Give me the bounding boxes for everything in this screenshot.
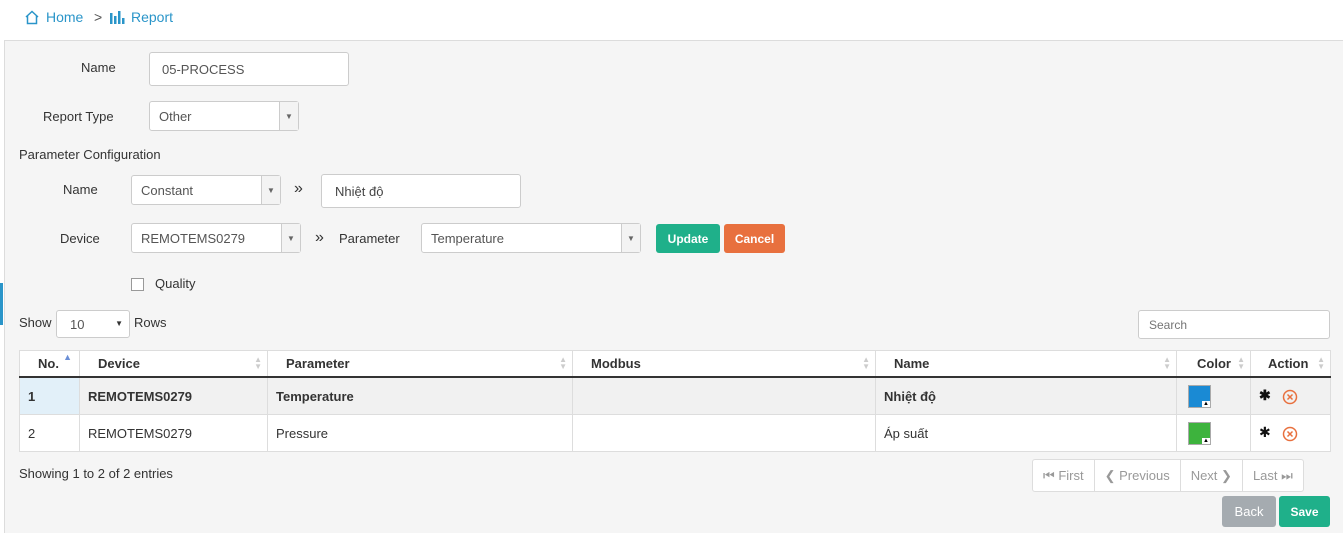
parameter-label: Parameter: [339, 231, 400, 246]
sort-icon: ▲ ▼: [559, 355, 567, 371]
param-name-type-select[interactable]: Constant ▼: [131, 175, 281, 205]
cell-parameter: Pressure: [267, 414, 573, 452]
sort-asc-icon: ▲: [63, 352, 72, 362]
search-input[interactable]: [1138, 310, 1330, 339]
breadcrumb-home-label: Home: [46, 9, 84, 25]
chevron-down-icon: ▼: [281, 224, 300, 252]
table-row[interactable]: 1 REMOTEMS0279 Temperature Nhiệt độ ▲ ✱: [19, 376, 1331, 415]
column-header-action[interactable]: Action ▲ ▼: [1250, 350, 1331, 378]
sort-icon: ▲ ▼: [1163, 355, 1171, 371]
parameter-configuration-title: Parameter Configuration: [19, 147, 161, 162]
sort-icon: ▲ ▼: [1317, 355, 1325, 371]
quality-checkbox[interactable]: [131, 278, 144, 291]
pagination-last[interactable]: Last ⏭: [1243, 460, 1303, 491]
device-label: Device: [60, 231, 100, 246]
parameter-select[interactable]: Temperature ▼: [421, 223, 641, 253]
rows-per-page-value: 10: [70, 316, 85, 332]
home-icon: [25, 9, 39, 24]
color-picker[interactable]: ▲: [1188, 421, 1211, 445]
delete-circle-x-icon[interactable]: [1282, 389, 1298, 405]
parameters-table: No. ▲ Device ▲ ▼ Parameter ▲ ▼ Modbus ▲ ▼ Name ▲…: [19, 350, 1331, 452]
pagination: ⏮ First ❮ Previous Next ❯ Last ⏭: [1032, 459, 1304, 492]
report-type-value: Other: [159, 108, 192, 124]
showing-entries-text: Showing 1 to 2 of 2 entries: [19, 466, 173, 481]
rows-label: Rows: [134, 315, 167, 330]
caret-down-icon: ▼: [115, 319, 123, 328]
cell-action: ✱: [1250, 414, 1331, 452]
cell-device: REMOTEMS0279: [79, 376, 268, 415]
breadcrumb-report-label: Report: [131, 9, 174, 25]
column-header-parameter[interactable]: Parameter ▲ ▼: [267, 350, 573, 378]
cell-color: ▲: [1176, 414, 1251, 452]
pagination-previous[interactable]: ❮ Previous: [1095, 460, 1181, 491]
update-button[interactable]: Update: [656, 224, 720, 253]
show-label: Show: [19, 315, 52, 330]
bar-chart-icon: [110, 11, 125, 24]
breadcrumb-separator: >: [94, 9, 103, 25]
cancel-button[interactable]: Cancel: [724, 224, 785, 253]
cell-action: ✱: [1250, 376, 1331, 415]
cell-modbus: [572, 376, 876, 415]
cell-name: Nhiệt độ: [875, 376, 1177, 415]
chevron-down-icon: ▼: [261, 176, 280, 204]
back-button[interactable]: Back: [1222, 496, 1276, 527]
rows-per-page-select[interactable]: 10 ▼: [56, 310, 130, 338]
cell-parameter: Temperature: [267, 376, 573, 415]
chevron-down-icon: ▼: [621, 224, 640, 252]
color-picker[interactable]: ▲: [1188, 384, 1211, 408]
top-bar: Home > Report: [0, 0, 1343, 41]
caret-down-icon: ▲: [1202, 400, 1210, 407]
chevron-down-icon: ▼: [279, 102, 298, 130]
double-chevron-icon: »: [294, 180, 303, 197]
quality-label: Quality: [155, 276, 196, 291]
name-label: Name: [81, 60, 116, 75]
breadcrumb-report[interactable]: Report: [110, 9, 173, 25]
delete-circle-x-icon[interactable]: [1282, 426, 1298, 442]
cell-no: 1: [19, 376, 80, 415]
double-chevron-icon: »: [315, 229, 324, 246]
column-header-no[interactable]: No. ▲: [19, 350, 80, 378]
save-button[interactable]: Save: [1279, 496, 1330, 527]
caret-down-icon: ▲: [1202, 437, 1210, 444]
pagination-next[interactable]: Next ❯: [1181, 460, 1243, 491]
left-active-marker: [0, 283, 3, 325]
report-name-input[interactable]: 05-PROCESS: [149, 52, 349, 86]
cell-device: REMOTEMS0279: [79, 414, 268, 452]
param-name-value: Nhiệt độ: [335, 183, 384, 199]
sort-icon: ▲ ▼: [862, 355, 870, 371]
column-header-color[interactable]: Color ▲ ▼: [1176, 350, 1251, 378]
sort-icon: ▲ ▼: [1237, 355, 1245, 371]
table-row[interactable]: 2 REMOTEMS0279 Pressure Áp suất ▲ ✱: [19, 414, 1331, 452]
sort-icon: ▲ ▼: [254, 355, 262, 371]
column-header-device[interactable]: Device ▲ ▼: [79, 350, 268, 378]
column-header-modbus[interactable]: Modbus ▲ ▼: [572, 350, 876, 378]
param-name-input[interactable]: Nhiệt độ: [321, 174, 521, 208]
gear-icon[interactable]: ✱: [1259, 387, 1271, 403]
parameter-value: Temperature: [431, 230, 504, 246]
column-header-name[interactable]: Name ▲ ▼: [875, 350, 1177, 378]
table-header-row: No. ▲ Device ▲ ▼ Parameter ▲ ▼ Modbus ▲ ▼ Name ▲…: [19, 350, 1331, 378]
cell-no: 2: [19, 414, 80, 452]
report-name-value: 05-PROCESS: [162, 61, 245, 77]
report-type-select[interactable]: Other ▼: [149, 101, 299, 131]
breadcrumb-home[interactable]: Home: [24, 9, 83, 25]
device-value: REMOTEMS0279: [141, 230, 246, 246]
param-name-type-value: Constant: [141, 182, 194, 198]
param-name-label: Name: [63, 182, 98, 197]
gear-icon[interactable]: ✱: [1259, 424, 1271, 440]
report-type-label: Report Type: [43, 109, 114, 124]
cell-modbus: [572, 414, 876, 452]
cell-color: ▲: [1176, 376, 1251, 415]
cell-name: Áp suất: [875, 414, 1177, 452]
device-select[interactable]: REMOTEMS0279 ▼: [131, 223, 301, 253]
pagination-first[interactable]: ⏮ First: [1033, 460, 1095, 491]
